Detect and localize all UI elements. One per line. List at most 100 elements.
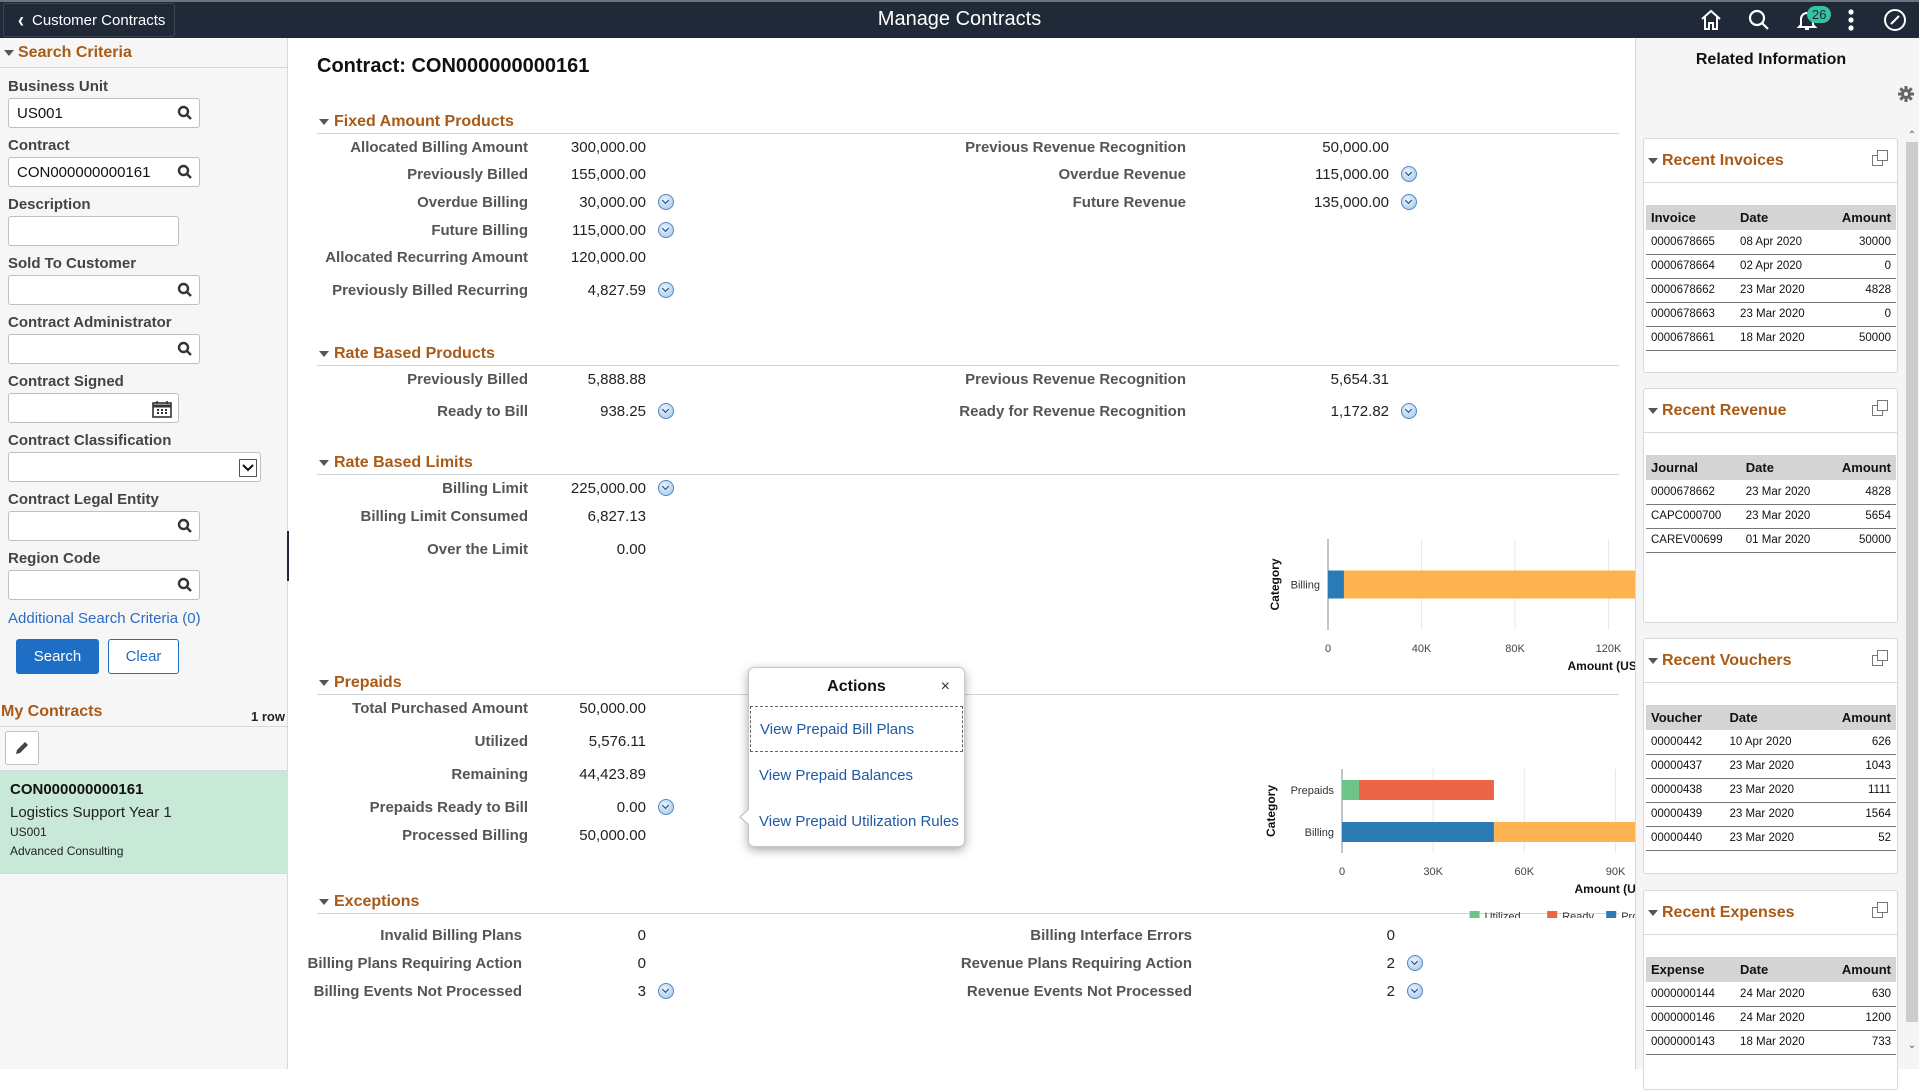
- action-view-prepaid-utilization-rules[interactable]: View Prepaid Utilization Rules: [750, 798, 963, 844]
- action-view-prepaid-balances[interactable]: View Prepaid Balances: [750, 752, 963, 798]
- related-panel-scrollbar[interactable]: ⌃ ⌄: [1905, 130, 1919, 1069]
- table-row[interactable]: 00000438 23 Mar 2020 1111: [1646, 778, 1896, 803]
- business-unit-input[interactable]: US001: [8, 98, 200, 128]
- close-icon[interactable]: ×: [941, 678, 950, 696]
- field-value: 5,654.31: [1330, 370, 1389, 388]
- expand-window-icon[interactable]: [1871, 399, 1889, 417]
- rate-based-section-header[interactable]: Rate Based Products: [317, 342, 1619, 366]
- related-actions-icon[interactable]: [1407, 983, 1423, 999]
- table-row[interactable]: CAREV00699 01 Mar 2020 50000: [1646, 528, 1896, 553]
- global-search-button[interactable]: [1735, 2, 1783, 38]
- table-row[interactable]: 00000437 23 Mar 2020 1043: [1646, 754, 1896, 779]
- lookup-icon[interactable]: [177, 164, 193, 180]
- field-label: Remaining: [451, 765, 528, 783]
- search-button[interactable]: Search: [16, 639, 99, 674]
- related-actions-icon[interactable]: [1401, 403, 1417, 419]
- table-row[interactable]: 0000678663 23 Mar 2020 0: [1646, 302, 1896, 327]
- table-row[interactable]: 00000440 23 Mar 2020 52: [1646, 826, 1896, 851]
- table-row[interactable]: 0000678665 08 Apr 2020 30000: [1646, 230, 1896, 255]
- main-content: Contract: CON000000000161 Fixed Amount P…: [289, 38, 1903, 1069]
- table-row[interactable]: CAPC000700 23 Mar 2020 5654: [1646, 504, 1896, 529]
- administrator-input[interactable]: [8, 334, 200, 364]
- sold-to-input[interactable]: [8, 275, 200, 305]
- expand-window-icon[interactable]: [1871, 649, 1889, 667]
- business-unit-field: Business Unit US001: [8, 78, 200, 128]
- contract-list-item[interactable]: CON000000000161 Logistics Support Year 1…: [0, 770, 288, 874]
- table-cell: 00000439: [1646, 802, 1725, 827]
- table-cell: 52: [1820, 826, 1896, 851]
- x-tick-label: 0: [1325, 643, 1331, 655]
- search-icon: [1748, 9, 1769, 30]
- field-label: Revenue Events Not Processed: [966, 982, 1192, 1000]
- scroll-up-icon[interactable]: ⌃: [1905, 130, 1919, 142]
- action-view-prepaid-bill-plans[interactable]: View Prepaid Bill Plans: [750, 706, 963, 752]
- search-criteria-toggle[interactable]: Search Criteria: [0, 38, 287, 68]
- home-button[interactable]: [1687, 2, 1735, 38]
- lookup-icon[interactable]: [177, 577, 193, 593]
- table-row[interactable]: 0000000146 24 Mar 2020 1200: [1646, 1006, 1896, 1031]
- lookup-icon[interactable]: [177, 341, 193, 357]
- related-actions-icon[interactable]: [658, 282, 674, 298]
- legal-entity-input[interactable]: [8, 511, 200, 541]
- table-header-row: Expense Date Amount: [1646, 957, 1896, 982]
- table-header-row: Journal Date Amount: [1646, 455, 1896, 480]
- table-row[interactable]: 00000442 10 Apr 2020 626: [1646, 730, 1896, 755]
- description-input[interactable]: [8, 216, 179, 246]
- table-cell: 24 Mar 2020: [1735, 982, 1825, 1007]
- table-row[interactable]: 0000000143 18 Mar 2020 733: [1646, 1030, 1896, 1055]
- table-row[interactable]: 0000678661 18 Mar 2020 50000: [1646, 326, 1896, 351]
- navigator-icon: [1884, 9, 1906, 31]
- table-cell: 00000442: [1646, 730, 1725, 755]
- card-header[interactable]: Recent Expenses: [1644, 891, 1897, 935]
- field-label: Over the Limit: [427, 540, 528, 558]
- contract-signed-input[interactable]: [8, 393, 179, 423]
- field-value: 0.00: [616, 540, 646, 558]
- related-actions-icon[interactable]: [1401, 194, 1417, 210]
- field-value: 0.00: [616, 798, 646, 816]
- edit-button[interactable]: [5, 731, 39, 765]
- related-information-title: Related Information: [1695, 51, 1847, 68]
- table-row[interactable]: 00000439 23 Mar 2020 1564: [1646, 802, 1896, 827]
- administrator-field: Contract Administrator: [8, 314, 200, 364]
- gear-icon[interactable]: [1898, 86, 1914, 102]
- related-actions-icon[interactable]: [658, 480, 674, 496]
- card-header[interactable]: Recent Invoices: [1644, 139, 1897, 183]
- field-value: 5,576.11: [588, 732, 646, 750]
- lookup-icon[interactable]: [177, 518, 193, 534]
- table-cell: 630: [1824, 982, 1896, 1007]
- table-cell: 23 Mar 2020: [1740, 504, 1828, 529]
- lookup-icon[interactable]: [177, 105, 193, 121]
- related-actions-icon[interactable]: [658, 222, 674, 238]
- table-row[interactable]: 0000000144 24 Mar 2020 630: [1646, 982, 1896, 1007]
- more-options-button[interactable]: [1831, 2, 1871, 38]
- field-label: Future Billing: [431, 221, 528, 239]
- collapse-triangle-icon: [319, 459, 329, 466]
- card-header[interactable]: Recent Revenue: [1644, 389, 1897, 433]
- scroll-down-icon[interactable]: ⌄: [1905, 1040, 1919, 1052]
- region-code-input[interactable]: [8, 570, 200, 600]
- revenue-events-not-processed-row: Revenue Events Not Processed 2: [289, 981, 1635, 1001]
- table-cell: 0: [1824, 302, 1896, 327]
- scroll-thumb[interactable]: [1906, 142, 1918, 1022]
- classification-select[interactable]: [8, 452, 261, 482]
- navigator-button[interactable]: [1871, 2, 1919, 38]
- calendar-icon[interactable]: [152, 400, 172, 418]
- table-cell: 0000678665: [1646, 230, 1736, 255]
- notifications-button[interactable]: 26: [1783, 2, 1832, 38]
- related-actions-icon[interactable]: [658, 799, 674, 815]
- fixed-amount-section-header[interactable]: Fixed Amount Products: [317, 110, 1619, 134]
- contract-label: Contract: [8, 137, 70, 154]
- clear-button[interactable]: Clear: [108, 639, 179, 674]
- card-header[interactable]: Recent Vouchers: [1644, 639, 1897, 683]
- table-row[interactable]: 0000678664 02 Apr 2020 0: [1646, 254, 1896, 279]
- lookup-icon[interactable]: [177, 282, 193, 298]
- related-actions-icon[interactable]: [1401, 166, 1417, 182]
- additional-search-criteria-link[interactable]: Additional Search Criteria (0): [8, 610, 201, 627]
- contract-input[interactable]: CON000000000161: [8, 157, 200, 187]
- table-row[interactable]: 0000678662 23 Mar 2020 4828: [1646, 278, 1896, 303]
- expand-window-icon[interactable]: [1871, 901, 1889, 919]
- rate-limits-section-header[interactable]: Rate Based Limits: [317, 451, 1619, 475]
- related-actions-icon[interactable]: [1407, 955, 1423, 971]
- expand-window-icon[interactable]: [1871, 149, 1889, 167]
- table-row[interactable]: 0000678662 23 Mar 2020 4828: [1646, 480, 1896, 505]
